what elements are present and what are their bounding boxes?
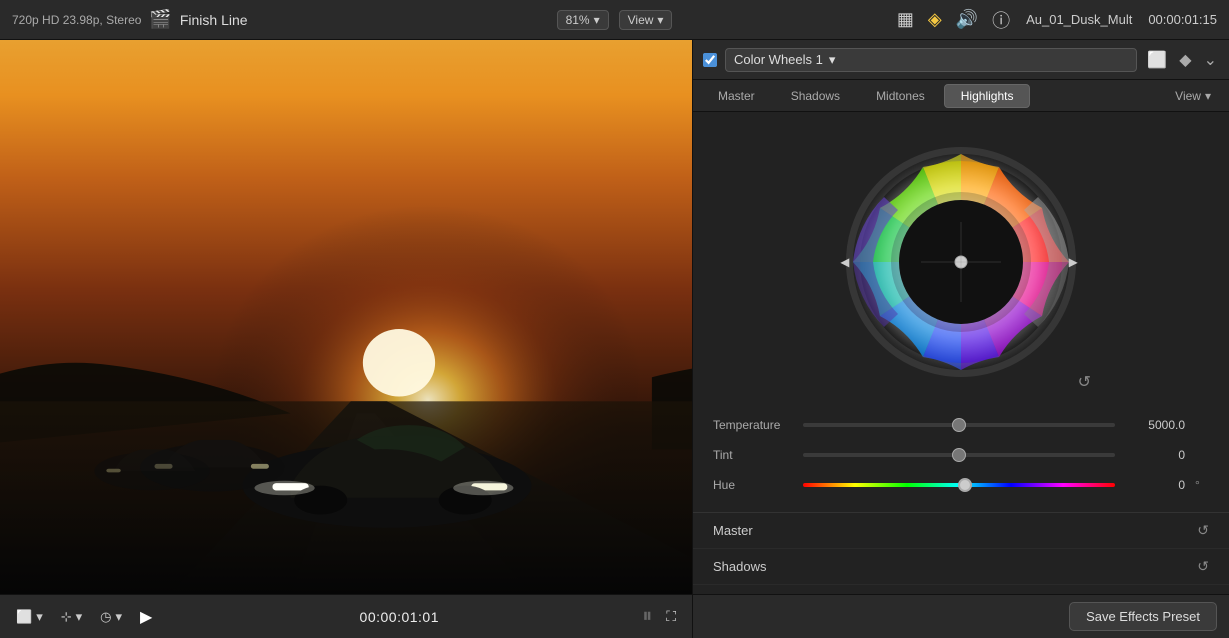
- clip-name: Au_01_Dusk_Mult: [1026, 12, 1132, 27]
- master-reset-button[interactable]: ↺: [1197, 522, 1209, 539]
- film-icon: 🎬: [149, 9, 171, 30]
- speed-btn[interactable]: ◷ ▾: [96, 607, 126, 627]
- effect-actions: ⬜ ◆ ⌄: [1145, 48, 1219, 72]
- pause-divider: ⏸: [642, 605, 652, 628]
- color-wheel-container: ◂ ▸ ↺: [693, 112, 1229, 402]
- tint-track[interactable]: [803, 453, 1115, 457]
- effect-diamond-btn[interactable]: ◆: [1177, 48, 1193, 72]
- section-row-shadows[interactable]: Shadows ↺: [693, 549, 1229, 585]
- temperature-label: Temperature: [713, 418, 793, 432]
- effect-display-btn[interactable]: ⬜: [1145, 48, 1169, 72]
- view-chevron-icon: ▾: [657, 13, 663, 27]
- tab-master[interactable]: Master: [701, 84, 772, 108]
- transform-chevron: ▾: [76, 609, 83, 625]
- tint-row: Tint 0: [713, 440, 1209, 470]
- temperature-track[interactable]: [803, 423, 1115, 427]
- tab-shadows[interactable]: Shadows: [774, 84, 857, 108]
- monitor-icon: ⬜: [16, 609, 32, 625]
- color-icon[interactable]: ◈: [928, 9, 942, 30]
- wheel-reset-button[interactable]: ↺: [1078, 372, 1091, 392]
- effect-name-dropdown[interactable]: Color Wheels 1 ▾: [725, 48, 1137, 72]
- playback-timecode: 00:00:01:01: [166, 609, 632, 625]
- play-icon: ▶: [140, 607, 152, 627]
- top-bar: 720p HD 23.98p, Stereo 🎬 Finish Line 81%…: [0, 0, 1229, 40]
- top-bar-center: 81% ▾ View ▾: [414, 10, 816, 30]
- video-controls: ⬜ ▾ ⊹ ▾ ◷ ▾ ▶ 00:00:01:01 ⏸ ⛶: [0, 594, 692, 638]
- effect-enable-checkbox[interactable]: [703, 53, 717, 67]
- hue-row: Hue 0 °: [713, 470, 1209, 500]
- svg-text:▸: ▸: [1068, 254, 1078, 271]
- tab-midtones[interactable]: Midtones: [859, 84, 942, 108]
- main-content: ⬜ ▾ ⊹ ▾ ◷ ▾ ▶ 00:00:01:01 ⏸ ⛶: [0, 40, 1229, 638]
- temperature-row: Temperature 5000.0: [713, 410, 1209, 440]
- effects-header: Color Wheels 1 ▾ ⬜ ◆ ⌄: [693, 40, 1229, 80]
- transform-btn[interactable]: ⊹ ▾: [57, 607, 86, 627]
- shadows-section-label: Shadows: [713, 559, 1197, 574]
- top-bar-right: ▦ ◈ 🔊 ⓘ Au_01_Dusk_Mult 00:00:01:15: [815, 7, 1217, 33]
- audio-icon[interactable]: 🔊: [956, 9, 978, 30]
- transform-icon: ⊹: [61, 609, 72, 625]
- film-strip-icon[interactable]: ▦: [897, 9, 914, 30]
- tab-highlights[interactable]: Highlights: [944, 84, 1031, 108]
- section-row-master[interactable]: Master ↺: [693, 513, 1229, 549]
- section-rows: Master ↺ Shadows ↺: [693, 512, 1229, 594]
- top-icons: ▦ ◈ 🔊 ⓘ: [897, 7, 1010, 33]
- hue-thumb[interactable]: [958, 478, 972, 492]
- save-effects-preset-button[interactable]: Save Effects Preset: [1069, 602, 1217, 631]
- hue-label: Hue: [713, 478, 793, 492]
- shadows-reset-button[interactable]: ↺: [1197, 558, 1209, 575]
- effect-name-label: Color Wheels 1: [734, 52, 823, 67]
- tint-label: Tint: [713, 448, 793, 462]
- bottom-bar: Save Effects Preset: [693, 594, 1229, 638]
- project-name: Finish Line: [180, 12, 248, 28]
- clip-info: 720p HD 23.98p, Stereo: [12, 13, 141, 27]
- temperature-thumb[interactable]: [952, 418, 966, 432]
- effect-more-btn[interactable]: ⌄: [1202, 48, 1219, 72]
- play-button[interactable]: ▶: [136, 605, 156, 629]
- color-wheel-svg[interactable]: ◂ ▸: [831, 132, 1091, 392]
- hue-track[interactable]: [803, 483, 1115, 487]
- view-control[interactable]: View ▾: [619, 10, 673, 30]
- right-panel: Color Wheels 1 ▾ ⬜ ◆ ⌄ Master Shadows Mi…: [692, 40, 1229, 638]
- hue-unit: °: [1195, 478, 1209, 492]
- top-bar-left: 720p HD 23.98p, Stereo 🎬 Finish Line: [12, 9, 414, 30]
- color-wheel-wrapper[interactable]: ◂ ▸ ↺: [831, 132, 1091, 392]
- effect-dropdown-chevron: ▾: [829, 52, 836, 68]
- monitor-chevron: ▾: [36, 609, 43, 625]
- svg-text:◂: ◂: [840, 254, 850, 271]
- fullscreen-button[interactable]: ⛶: [662, 606, 680, 627]
- zoom-control[interactable]: 81% ▾: [557, 10, 609, 30]
- sliders-area: Temperature 5000.0 Tint 0 Hue: [693, 402, 1229, 512]
- zoom-value: 81%: [566, 13, 590, 27]
- video-area: [0, 40, 692, 594]
- header-timecode: 00:00:01:15: [1148, 12, 1217, 27]
- car-scene-svg: [0, 40, 692, 594]
- master-section-label: Master: [713, 523, 1197, 538]
- view-tab-chevron: ▾: [1205, 89, 1211, 103]
- tab-view[interactable]: View ▾: [1165, 85, 1221, 107]
- speed-icon: ◷: [100, 609, 111, 625]
- tint-value: 0: [1125, 448, 1185, 462]
- monitor-btn[interactable]: ⬜ ▾: [12, 607, 47, 627]
- tint-thumb[interactable]: [952, 448, 966, 462]
- video-panel: ⬜ ▾ ⊹ ▾ ◷ ▾ ▶ 00:00:01:01 ⏸ ⛶: [0, 40, 692, 638]
- zoom-chevron-icon: ▾: [594, 13, 600, 27]
- fullscreen-icon: ⛶: [666, 608, 676, 625]
- info-icon[interactable]: ⓘ: [992, 7, 1010, 33]
- tabs-bar: Master Shadows Midtones Highlights View …: [693, 80, 1229, 112]
- speed-chevron: ▾: [116, 609, 123, 625]
- hue-value: 0: [1125, 478, 1185, 492]
- temperature-value: 5000.0: [1125, 418, 1185, 432]
- view-label: View: [628, 13, 654, 27]
